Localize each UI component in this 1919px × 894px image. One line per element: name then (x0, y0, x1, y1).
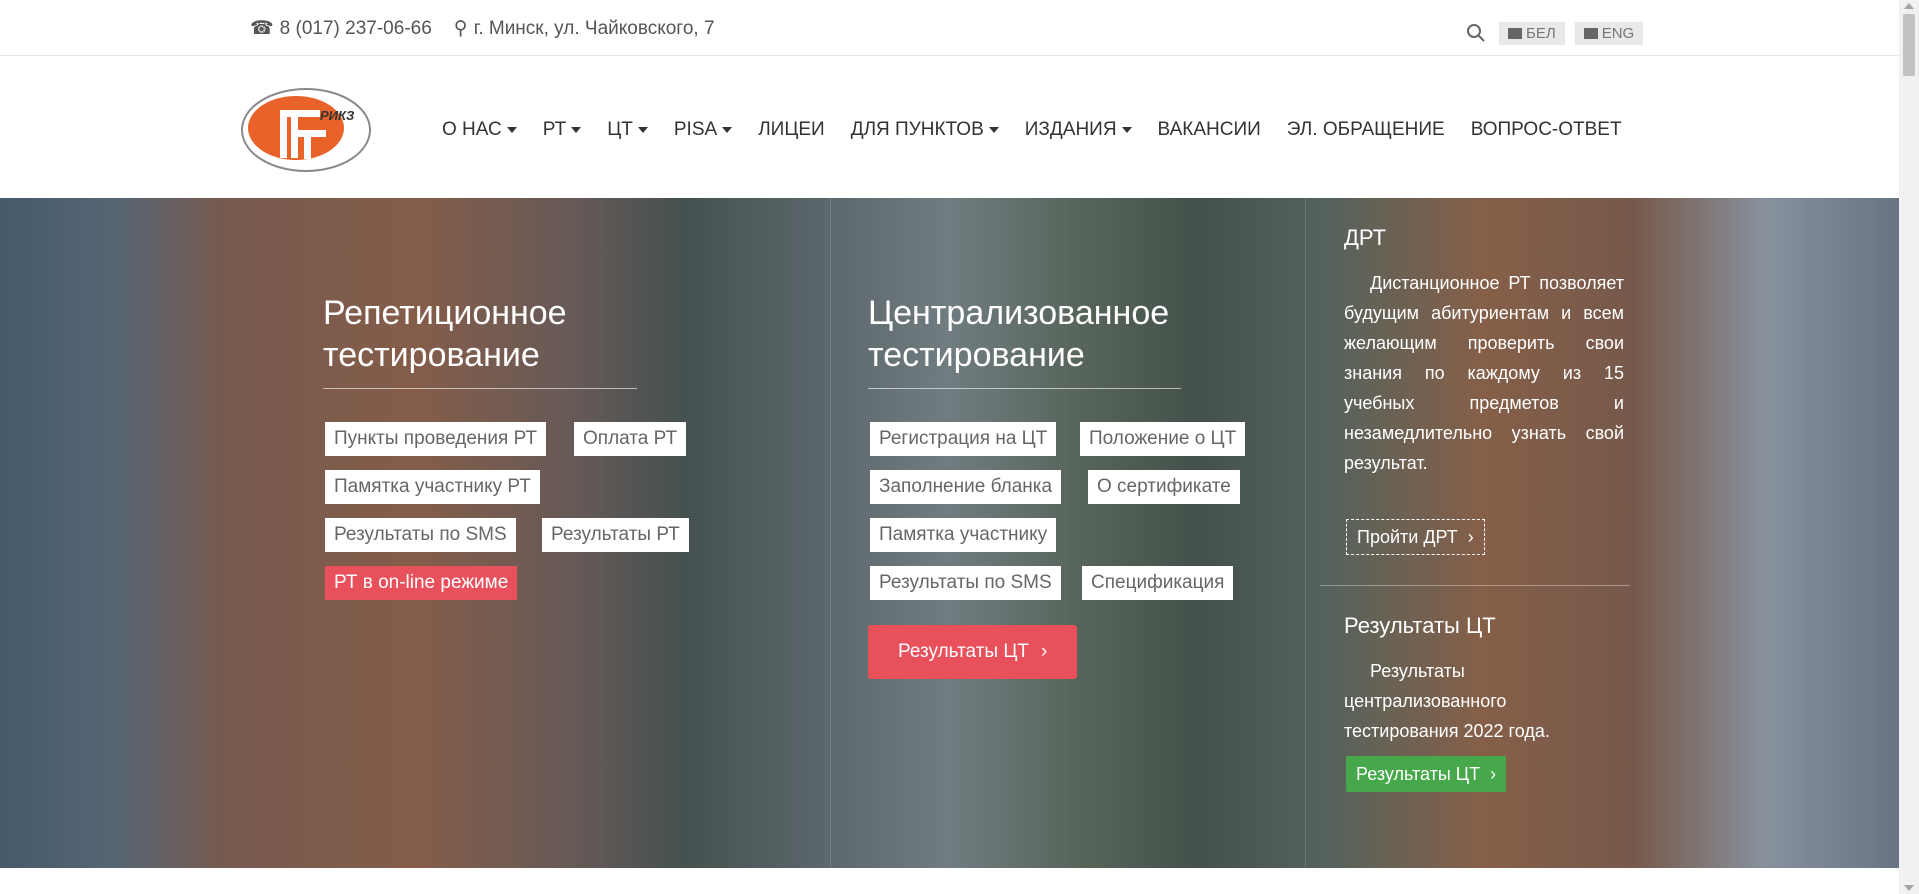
logo[interactable]: РИКЗ (238, 84, 374, 176)
ct-title: Централизованное тестирование (868, 292, 1169, 376)
rt-link-points[interactable]: Пункты проведения РТ (325, 422, 547, 456)
nav-label: ИЗДАНИЯ (1024, 119, 1117, 140)
nav-item-for-points[interactable]: ДЛЯ ПУНКТОВ (851, 119, 999, 141)
main-navbar: РИКЗ О НАС РТ ЦТ PISA ЛИЦЕИ ДЛЯ ПУНКТОВ … (0, 56, 1899, 198)
results-text-line1: Результаты (1370, 661, 1465, 681)
caret-down-icon (1121, 127, 1132, 133)
drt-button[interactable]: Пройти ДРТ › (1346, 519, 1485, 555)
results-text: Результаты централизованного тестировани… (1344, 656, 1604, 746)
top-contact-bar: ☎ 8 (017) 237-06-66 ⚲ г. Минск, ул. Чайк… (0, 0, 1899, 56)
address[interactable]: ⚲ г. Минск, ул. Чайковского, 7 (454, 17, 715, 40)
results-button[interactable]: Результаты ЦТ › (1346, 756, 1507, 792)
drt-title: ДРТ (1344, 225, 1387, 250)
lang-eng-button[interactable]: ENG (1574, 21, 1644, 45)
chevron-right-icon: › (1490, 764, 1497, 784)
divider (1305, 198, 1306, 868)
scroll-thumb[interactable] (1903, 14, 1915, 76)
nav-label: ЛИЦЕИ (758, 119, 825, 140)
title-underline (323, 388, 637, 389)
ct-link-sms[interactable]: Результаты по SMS (870, 566, 1061, 600)
button-label: Результаты ЦТ (1356, 764, 1481, 784)
nav-item-appeal[interactable]: ЭЛ. ОБРАЩЕНИЕ (1287, 119, 1445, 141)
rt-link-results[interactable]: Результаты РТ (542, 518, 689, 552)
nav-label: РТ (542, 119, 567, 140)
nav-label: ДЛЯ ПУНКТОВ (850, 119, 984, 140)
phone[interactable]: ☎ 8 (017) 237-06-66 (250, 17, 432, 40)
page-scrollbar[interactable] (1899, 0, 1919, 894)
rt-title: Репетиционное тестирование (323, 292, 567, 376)
nav-item-ct[interactable]: ЦТ (607, 119, 648, 141)
nav-item-lycei[interactable]: ЛИЦЕИ (758, 119, 825, 141)
scroll-down-icon[interactable] (1904, 885, 1914, 891)
nav-item-faq[interactable]: ВОПРОС-ОТВЕТ (1471, 119, 1622, 141)
chevron-right-icon: › (1041, 641, 1048, 662)
ct-link-form[interactable]: Заполнение бланка (870, 470, 1062, 504)
map-marker-icon: ⚲ (453, 18, 468, 39)
button-label: Пройти ДРТ (1357, 527, 1458, 547)
topbar-right: БЕЛ ENG (1463, 20, 1644, 46)
caret-down-icon (506, 127, 517, 133)
flag-icon (1583, 27, 1598, 39)
rt-link-sms[interactable]: Результаты по SMS (325, 518, 516, 552)
logo-text: РИКЗ (320, 108, 355, 123)
ct-link-specification[interactable]: Спецификация (1082, 566, 1234, 600)
nav-item-publications[interactable]: ИЗДАНИЯ (1025, 119, 1132, 141)
search-icon[interactable] (1463, 20, 1489, 46)
nav-label: ЭЛ. ОБРАЩЕНИЕ (1286, 119, 1445, 140)
nav-item-vacancies[interactable]: ВАКАНСИИ (1158, 119, 1261, 141)
nav-label: О НАС (442, 119, 502, 140)
results-title: Результаты ЦТ (1344, 613, 1496, 638)
button-label: Результаты ЦТ (898, 641, 1030, 662)
results-text-line2: централизованного (1344, 691, 1507, 711)
rt-link-online[interactable]: РТ в on-line режиме (325, 566, 518, 600)
caret-down-icon (571, 127, 582, 133)
chevron-right-icon: › (1467, 527, 1474, 547)
ct-link-registration[interactable]: Регистрация на ЦТ (870, 422, 1057, 456)
address-text: г. Минск, ул. Чайковского, 7 (473, 17, 715, 39)
ct-link-certificate[interactable]: О сертификате (1088, 470, 1240, 504)
nav-label: ЦТ (607, 119, 633, 140)
phone-icon: ☎ (250, 18, 274, 39)
nav-item-rt[interactable]: РТ (542, 119, 582, 141)
nav-label: ВАКАНСИИ (1157, 119, 1261, 140)
title-underline (868, 388, 1181, 389)
nav-menu: О НАС РТ ЦТ PISA ЛИЦЕИ ДЛЯ ПУНКТОВ ИЗДАН… (442, 119, 1648, 141)
lang-bel-label: БЕЛ (1526, 24, 1556, 42)
hero-section: Репетиционное тестирование Пункты провед… (0, 198, 1899, 868)
drt-text: Дистанционное РТ позволяет будущим абиту… (1344, 273, 1624, 473)
ct-link-memo[interactable]: Памятка участнику (870, 518, 1057, 552)
ct-title-line1: Централизованное (868, 294, 1170, 332)
caret-down-icon (637, 127, 648, 133)
rt-title-line2: тестирование (323, 336, 540, 374)
scroll-up-icon[interactable] (1904, 3, 1914, 9)
rt-title-line1: Репетиционное (323, 294, 567, 332)
nav-item-pisa[interactable]: PISA (673, 119, 733, 141)
ct-results-button[interactable]: Результаты ЦТ › (868, 625, 1078, 679)
contacts: ☎ 8 (017) 237-06-66 ⚲ г. Минск, ул. Чайк… (250, 17, 715, 40)
lang-bel-button[interactable]: БЕЛ (1499, 21, 1565, 45)
phone-text: 8 (017) 237-06-66 (279, 17, 432, 39)
caret-down-icon (988, 127, 999, 133)
rt-link-memo[interactable]: Памятка участнику РТ (325, 470, 540, 504)
results-text-line3: тестирования 2022 года. (1344, 721, 1550, 741)
side-divider (1320, 585, 1630, 586)
caret-down-icon (722, 127, 733, 133)
ct-link-regulation[interactable]: Положение о ЦТ (1080, 422, 1246, 456)
divider (830, 198, 831, 868)
ct-title-line2: тестирование (868, 336, 1085, 374)
nav-item-about[interactable]: О НАС (442, 119, 517, 141)
lang-eng-label: ENG (1601, 24, 1635, 42)
flag-icon (1508, 27, 1522, 39)
nav-label: PISA (673, 119, 718, 140)
nav-label: ВОПРОС-ОТВЕТ (1470, 119, 1622, 140)
rt-link-payment[interactable]: Оплата РТ (574, 422, 687, 456)
